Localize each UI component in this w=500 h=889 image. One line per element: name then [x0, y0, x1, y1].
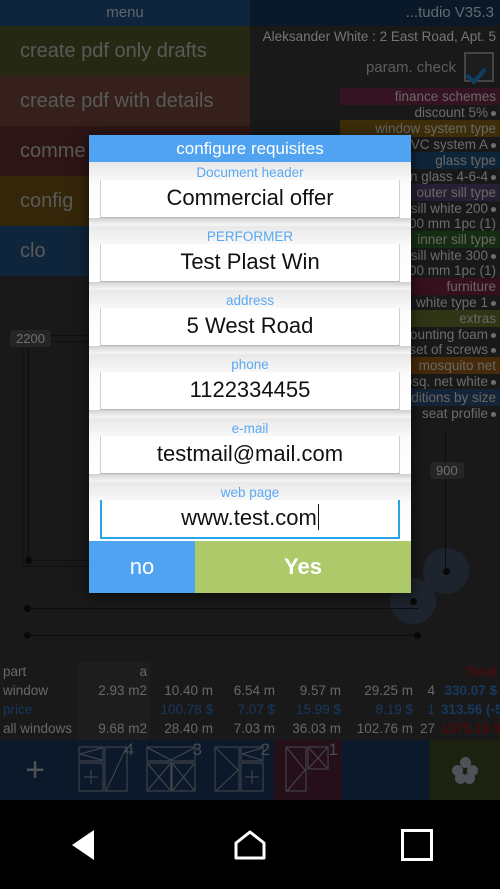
window-diagram-icon: [146, 746, 196, 792]
field-label: PERFORMER: [206, 229, 294, 244]
field-document-header: Document header Commercial offer: [89, 162, 411, 218]
thumbnail-number: 3: [192, 740, 202, 759]
back-triangle-icon[interactable]: [53, 823, 113, 867]
field-divider: [89, 282, 411, 290]
field-label: address: [225, 293, 275, 308]
bullet-icon: [491, 332, 496, 338]
window-thumbnail-selected[interactable]: 1: [274, 740, 342, 800]
bottom-toolbar: + 4 3 2 1: [0, 740, 500, 800]
param-check-row[interactable]: param. check: [366, 52, 494, 82]
dimension-point: [414, 632, 421, 639]
document-header-input[interactable]: Commercial offer: [100, 180, 400, 218]
bullet-icon: [491, 253, 496, 259]
bullet-icon: [491, 347, 496, 353]
bullet-icon: [491, 174, 496, 180]
property-section[interactable]: finance schemes: [340, 88, 500, 105]
bullet-icon: [491, 379, 496, 385]
thumbnail-number: 1: [328, 740, 338, 759]
dimension-point: [24, 632, 31, 639]
app-title: ...tudio V35.3: [405, 4, 494, 21]
property-value[interactable]: discount 5%: [340, 105, 500, 120]
web-page-value: www.test.com: [181, 505, 317, 530]
field-divider: [89, 410, 411, 418]
bullet-icon: [491, 206, 496, 212]
window-diagram-icon: [214, 746, 264, 792]
dimension-line-left: [28, 345, 29, 560]
flower-icon[interactable]: [430, 740, 500, 800]
cancel-button[interactable]: no: [89, 541, 195, 593]
field-divider: [89, 218, 411, 226]
email-input[interactable]: testmail@mail.com: [100, 436, 400, 474]
param-check-label: param. check: [365, 58, 456, 76]
home-icon[interactable]: [220, 823, 280, 867]
summary-table: part a Total window 2.93 m2 10.40 m 6.54…: [0, 662, 500, 757]
bullet-icon: [491, 411, 496, 417]
dimension-line-right: [445, 430, 446, 570]
field-label: Document header: [196, 165, 304, 180]
window-thumbnail[interactable]: 4: [70, 740, 138, 800]
bullet-icon: [491, 110, 496, 116]
field-label: web page: [220, 485, 280, 500]
android-navigation-bar: [0, 800, 500, 889]
thumbnail-number: 2: [260, 740, 270, 759]
window-diagram-icon: [78, 746, 128, 792]
confirm-button[interactable]: Yes: [195, 541, 411, 593]
field-label: phone: [231, 357, 269, 372]
phone-input[interactable]: 1122334455: [100, 372, 400, 410]
window-thumbnails: 4 3 2 1: [70, 740, 430, 800]
address-input[interactable]: 5 West Road: [100, 308, 400, 346]
dimension-point: [443, 568, 450, 575]
bullet-icon: [491, 142, 496, 148]
dimension-label-left: 2200: [10, 330, 51, 347]
window-thumbnail[interactable]: 2: [206, 740, 274, 800]
dimension-line-bottom: [28, 608, 418, 609]
dimension-label-right: 900: [430, 462, 464, 479]
configure-requisites-dialog: configure requisites Document header Com…: [89, 135, 411, 593]
dimension-point: [25, 557, 32, 564]
field-performer: PERFORMER Test Plast Win: [89, 226, 411, 282]
table-row: window 2.93 m2 10.40 m 6.54 m 9.57 m 29.…: [3, 681, 497, 700]
table-row: all windows 9.68 m2 28.40 m 7.03 m 36.03…: [3, 719, 500, 738]
table-row: price 100.78 $ 7.07 $ 15.99 $ 8.19 $ 1 3…: [3, 700, 500, 719]
web-page-input[interactable]: www.test.com: [100, 500, 400, 539]
dimension-point: [410, 598, 417, 605]
performer-input[interactable]: Test Plast Win: [100, 244, 400, 282]
bullet-icon: [491, 300, 496, 306]
field-email: e-mail testmail@mail.com: [89, 418, 411, 474]
dimension-line-bottom2: [28, 635, 420, 636]
window-thumbnail[interactable]: 3: [138, 740, 206, 800]
flower-glyph: [452, 757, 478, 784]
field-web-page: web page www.test.com: [89, 482, 411, 539]
dialog-actions: no Yes: [89, 541, 411, 593]
field-divider: [89, 346, 411, 354]
window-diagram-icon: [285, 746, 329, 792]
table-row: part a Total: [3, 662, 497, 681]
android-screen: ...tudio V35.3 Aleksander White : 2 East…: [0, 0, 500, 889]
dialog-title: configure requisites: [89, 135, 411, 162]
field-divider: [89, 474, 411, 482]
field-phone: phone 1122334455: [89, 354, 411, 410]
dimension-point: [24, 605, 31, 612]
field-label: e-mail: [231, 421, 269, 436]
checkbox-checked-icon[interactable]: [464, 52, 494, 82]
text-caret: [317, 504, 319, 530]
menu-item-create-pdf-drafts[interactable]: create pdf only drafts: [0, 26, 250, 76]
plus-icon[interactable]: +: [0, 740, 70, 800]
menu-item-create-pdf-details[interactable]: create pdf with details: [0, 76, 250, 126]
thumbnail-number: 4: [124, 740, 134, 759]
menu-header: menu: [0, 0, 250, 26]
field-address: address 5 West Road: [89, 290, 411, 346]
home-glyph: [234, 830, 266, 859]
square-icon[interactable]: [387, 823, 447, 867]
